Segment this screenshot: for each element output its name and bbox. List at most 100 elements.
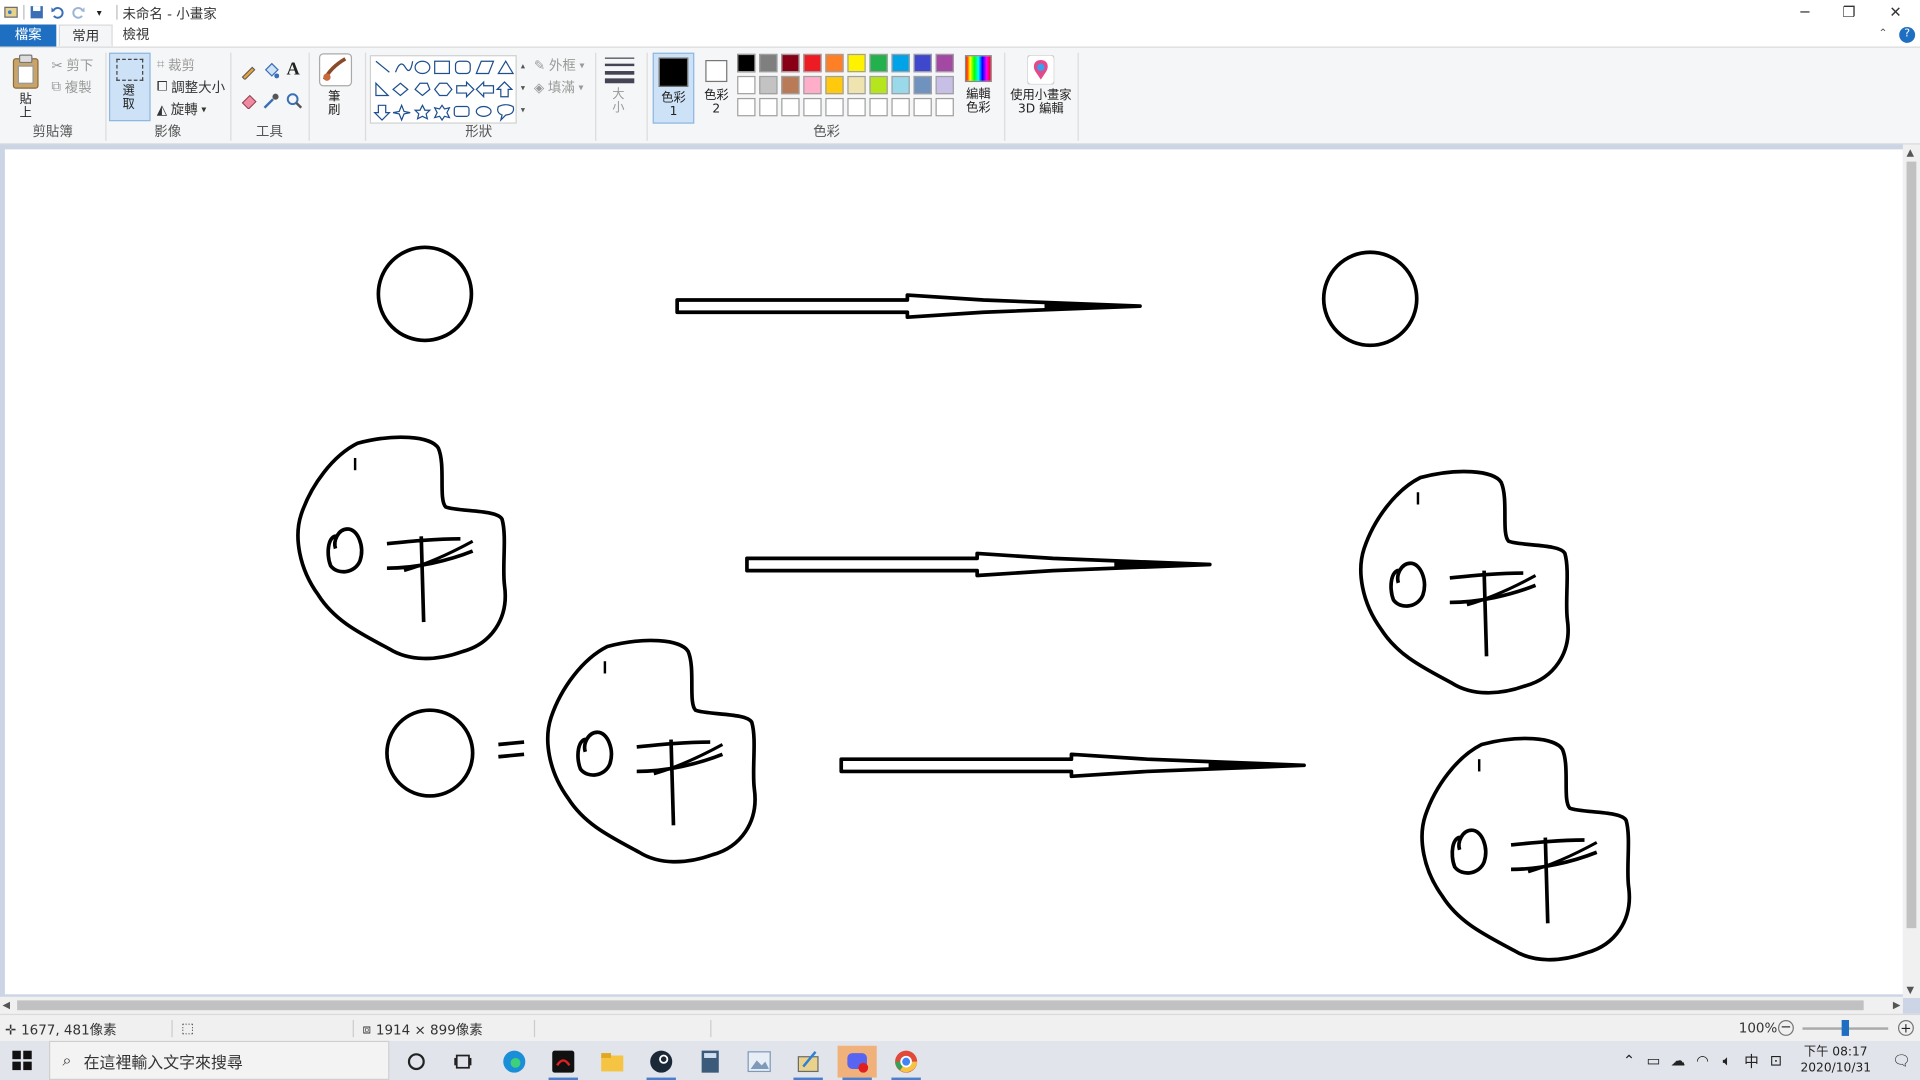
- scroll-down-icon[interactable]: ▼: [1907, 984, 1915, 995]
- tab-home[interactable]: 常用: [58, 24, 113, 47]
- palette-swatch[interactable]: [803, 53, 822, 73]
- minimize-button[interactable]: ─: [1783, 0, 1827, 24]
- crop-button[interactable]: ⌗ 裁剪: [157, 55, 195, 75]
- palette-swatch[interactable]: [913, 97, 932, 117]
- clock[interactable]: 下午 08:17 2020/10/31: [1788, 1044, 1883, 1076]
- palette-swatch[interactable]: [891, 53, 910, 73]
- color2-button[interactable]: 色彩 2: [698, 53, 735, 124]
- palette-swatch[interactable]: [825, 97, 844, 117]
- select-button[interactable]: 選取: [108, 52, 151, 122]
- palette-swatch[interactable]: [759, 97, 778, 117]
- outline-button[interactable]: ✎ 外框 ▾: [534, 55, 584, 75]
- palette-swatch[interactable]: [825, 75, 844, 95]
- size-button[interactable]: 大小: [602, 53, 639, 124]
- start-button[interactable]: [12, 1050, 32, 1074]
- photos-icon[interactable]: [740, 1046, 779, 1078]
- file-explorer-icon[interactable]: [593, 1046, 632, 1078]
- palette-swatch[interactable]: [759, 75, 778, 95]
- game-app-icon[interactable]: [544, 1046, 583, 1080]
- palette-swatch[interactable]: [935, 53, 954, 73]
- palette-swatch[interactable]: [737, 75, 756, 95]
- vertical-scrollbar[interactable]: ▲ ▼: [1902, 144, 1920, 998]
- zoom-slider-thumb[interactable]: [1841, 1020, 1849, 1036]
- show-hidden-icons-icon[interactable]: ⌃: [1617, 1048, 1641, 1072]
- cortana-icon[interactable]: [397, 1046, 436, 1078]
- paint-taskbar-icon[interactable]: [789, 1046, 828, 1080]
- calculator-icon[interactable]: [691, 1046, 730, 1078]
- copy-button[interactable]: ⧉ 複製: [51, 77, 91, 97]
- paint3d-button[interactable]: 使用小畫家 3D 編輯: [1009, 53, 1073, 124]
- palette-swatch[interactable]: [913, 75, 932, 95]
- customize-toolbar-icon[interactable]: ▾: [91, 4, 108, 21]
- palette-swatch[interactable]: [847, 97, 866, 117]
- wifi-icon[interactable]: ◠: [1690, 1048, 1714, 1072]
- edge-icon[interactable]: [495, 1046, 534, 1078]
- ime-mode-icon[interactable]: ⊡: [1764, 1048, 1788, 1072]
- color-picker-icon[interactable]: [262, 92, 279, 109]
- palette-swatch[interactable]: [869, 53, 888, 73]
- palette-swatch[interactable]: [737, 97, 756, 117]
- palette-swatch[interactable]: [913, 53, 932, 73]
- palette-swatch[interactable]: [803, 97, 822, 117]
- palette-swatch[interactable]: [891, 97, 910, 117]
- shapes-gallery[interactable]: [369, 55, 517, 124]
- help-icon[interactable]: ?: [1899, 26, 1916, 43]
- notification-icon[interactable]: 🗨︎: [1883, 1048, 1920, 1072]
- steam-icon[interactable]: [642, 1046, 681, 1080]
- palette-swatch[interactable]: [869, 75, 888, 95]
- palette-swatch[interactable]: [891, 75, 910, 95]
- horizontal-scrollbar[interactable]: ◀ ▶: [0, 996, 1903, 1014]
- palette-swatch[interactable]: [825, 53, 844, 73]
- scroll-left-icon[interactable]: ◀: [2, 999, 10, 1010]
- redo-icon[interactable]: [70, 4, 87, 21]
- text-tool-icon[interactable]: A: [287, 60, 300, 81]
- drawing-canvas[interactable]: [4, 149, 1903, 995]
- rotate-label: 旋轉: [170, 101, 198, 118]
- chrome-icon[interactable]: [887, 1046, 926, 1080]
- palette-swatch[interactable]: [737, 53, 756, 73]
- undo-icon[interactable]: [49, 4, 66, 21]
- fill-bucket-icon[interactable]: [262, 62, 280, 79]
- magnifier-icon[interactable]: [285, 92, 303, 109]
- scroll-right-icon[interactable]: ▶: [1893, 999, 1901, 1010]
- palette-swatch[interactable]: [803, 75, 822, 95]
- collapse-ribbon-icon[interactable]: ⌃: [1878, 28, 1887, 40]
- onedrive-icon[interactable]: ☁: [1666, 1048, 1690, 1072]
- palette-swatch[interactable]: [781, 97, 800, 117]
- zoom-in-icon[interactable]: +: [1897, 1020, 1914, 1036]
- tab-view[interactable]: 檢視: [110, 24, 161, 46]
- cut-button[interactable]: ✂ 剪下: [51, 55, 93, 75]
- taskbar-search[interactable]: ⌕ 在這裡輸入文字來搜尋: [48, 1040, 390, 1080]
- palette-swatch[interactable]: [935, 75, 954, 95]
- volume-icon[interactable]: 🔈︎: [1715, 1048, 1739, 1072]
- resize-button[interactable]: ⧠ 調整大小: [157, 77, 225, 97]
- palette-swatch[interactable]: [781, 75, 800, 95]
- vertical-scroll-thumb[interactable]: [1906, 161, 1917, 929]
- task-view-icon[interactable]: [443, 1046, 482, 1078]
- paste-button[interactable]: 貼上: [10, 53, 44, 122]
- palette-swatch[interactable]: [847, 75, 866, 95]
- tab-file[interactable]: 檔案: [0, 24, 57, 47]
- restore-button[interactable]: ❐: [1827, 0, 1871, 24]
- close-button[interactable]: ✕: [1873, 0, 1917, 24]
- color1-button[interactable]: 色彩 1: [652, 52, 695, 124]
- palette-swatch[interactable]: [781, 53, 800, 73]
- scroll-up-icon[interactable]: ▲: [1907, 147, 1915, 158]
- pencil-icon[interactable]: [240, 62, 257, 80]
- fill-button[interactable]: ◈ 填滿 ▾: [534, 77, 584, 97]
- palette-swatch[interactable]: [935, 97, 954, 117]
- palette-swatch[interactable]: [847, 53, 866, 73]
- rotate-button[interactable]: ◭ 旋轉 ▾: [157, 99, 207, 119]
- battery-icon[interactable]: ▭: [1641, 1048, 1665, 1072]
- brushes-button[interactable]: 筆刷: [318, 53, 355, 124]
- save-icon[interactable]: [28, 4, 45, 21]
- edit-colors-button[interactable]: 編輯色彩: [960, 53, 997, 124]
- discord-icon[interactable]: [837, 1045, 877, 1080]
- palette-swatch[interactable]: [869, 97, 888, 117]
- zoom-out-icon[interactable]: −: [1777, 1020, 1794, 1036]
- palette-swatch[interactable]: [759, 53, 778, 73]
- eraser-icon[interactable]: [240, 92, 257, 109]
- ime-indicator[interactable]: 中: [1739, 1048, 1763, 1072]
- shapes-scroll[interactable]: ▴ ▾ ▾: [517, 55, 529, 124]
- horizontal-scroll-thumb[interactable]: [17, 1000, 1864, 1011]
